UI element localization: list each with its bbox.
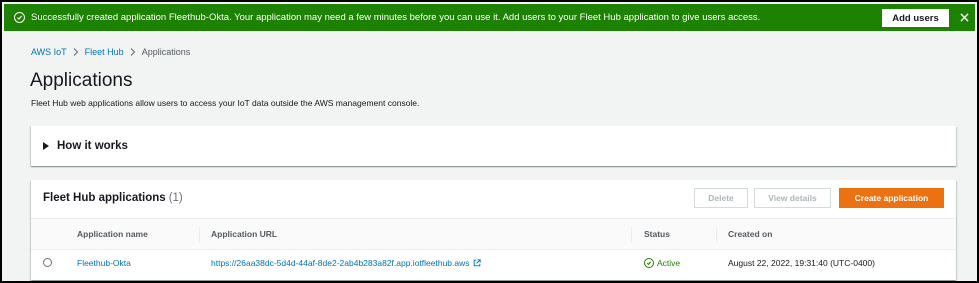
column-divider [631,227,632,243]
table-header: Fleet Hub applications (1) Delete View de… [31,180,956,218]
status-text: Active [657,258,681,268]
breadcrumb-fleet-hub[interactable]: Fleet Hub [85,47,124,57]
status-success-icon [644,258,654,268]
table-title: Fleet Hub applications (1) [43,192,183,204]
table-title-text: Fleet Hub applications [43,192,166,204]
success-check-icon [14,12,25,23]
application-url-link[interactable]: https://26aa38dc-5d4d-44af-8de2-2ab4b283… [211,258,470,268]
page-title: Applications [30,70,133,91]
table-column-headers: Application name Application URL Status … [31,218,956,250]
column-header-created-on[interactable]: Created on [728,229,772,239]
view-details-button[interactable]: View details [754,188,831,208]
column-divider [716,227,717,243]
how-it-works-label: How it works [57,140,128,152]
page-description: Fleet Hub web applications allow users t… [31,98,420,108]
table-count: (1) [168,192,183,204]
app-frame: Successfully created application Fleethu… [0,0,979,283]
chevron-right-icon [73,48,79,56]
delete-button[interactable]: Delete [694,188,748,208]
breadcrumb-aws-iot[interactable]: AWS IoT [31,47,67,57]
column-header-application-name[interactable]: Application name [77,229,148,239]
column-divider [199,227,200,243]
add-users-button[interactable]: Add users [882,9,949,27]
application-name-link[interactable]: Fleethub-Okta [77,258,131,268]
create-application-button[interactable]: Create application [839,188,944,208]
external-link-icon[interactable] [473,259,481,267]
close-icon[interactable] [959,12,970,23]
column-header-application-url[interactable]: Application URL [211,229,277,239]
chevron-right-icon [130,48,136,56]
breadcrumb: AWS IoT Fleet Hub Applications [31,46,190,58]
column-header-status[interactable]: Status [644,229,670,239]
breadcrumb-applications: Applications [141,47,191,57]
flash-message: Successfully created application Fleethu… [31,12,761,23]
created-on-cell: August 22, 2022, 19:31:40 (UTC-0400) [728,258,875,268]
application-url-cell: https://26aa38dc-5d4d-44af-8de2-2ab4b283… [211,258,481,268]
success-flash-banner: Successfully created application Fleethu… [4,4,975,31]
applications-table: Fleet Hub applications (1) Delete View de… [31,180,956,280]
caret-right-icon [43,142,49,150]
table-row: Fleethub-Okta https://26aa38dc-5d4d-44af… [31,250,956,278]
how-it-works-expander[interactable]: How it works [31,126,956,166]
status-badge: Active [644,258,680,268]
row-select-radio[interactable] [43,258,52,267]
